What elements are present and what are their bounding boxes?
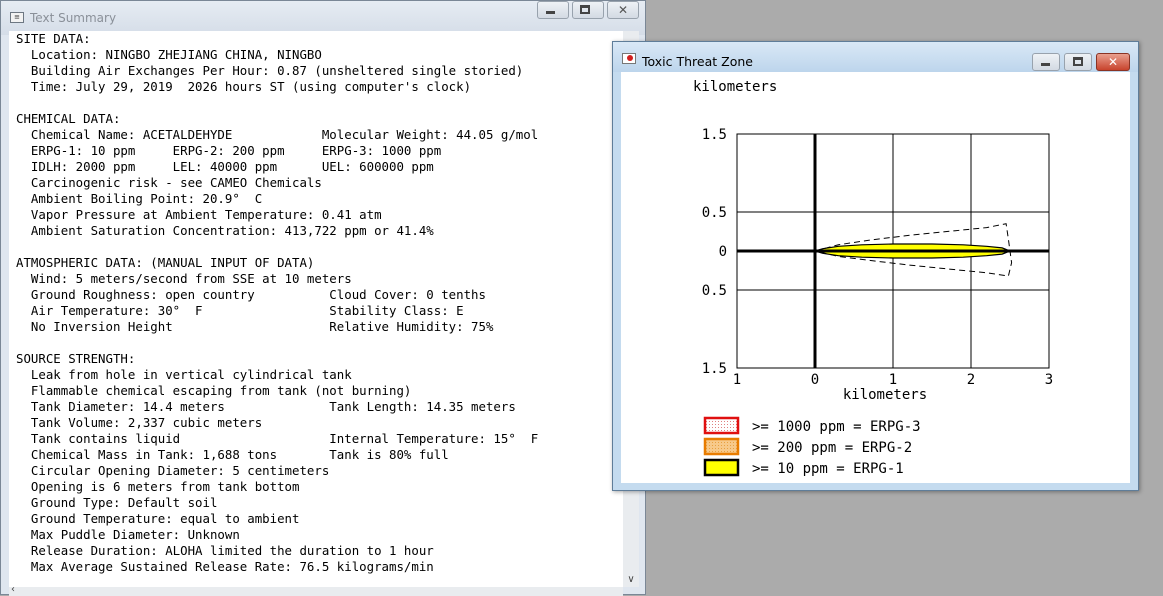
x-tick-label: 3 — [1045, 372, 1053, 388]
tz-close-button[interactable]: ✕ — [1096, 53, 1130, 71]
minimize-icon — [546, 11, 555, 14]
text-summary-title-bar[interactable]: ≡ Text Summary ✕ — [1, 1, 645, 35]
text-summary-window[interactable]: ≡ Text Summary ✕ SITE DATA: Location: NI… — [0, 0, 646, 596]
scroll-left-icon[interactable]: ‹ — [11, 584, 15, 595]
summary-line: Flammable chemical escaping from tank (n… — [16, 383, 412, 398]
threat-zone-window[interactable]: Toxic Threat Zone ✕ 1 0 1 2 3 1.5 0.5 0 0.5 1.5 k — [612, 41, 1139, 491]
close-icon: ✕ — [617, 3, 629, 17]
summary-line — [16, 335, 623, 351]
threat-zone-chart: 1 0 1 2 3 1.5 0.5 0 0.5 1.5 kilometers kilometers >… — [693, 79, 1053, 483]
summary-line: CHEMICAL DATA: — [16, 111, 121, 126]
legend-label: >= 10 ppm = ERPG-1 — [752, 461, 904, 477]
x-tick-label: 0 — [811, 372, 819, 388]
legend-swatch — [703, 437, 740, 456]
summary-line: Time: July 29, 2019 2026 hours ST (using… — [16, 79, 472, 94]
legend-swatch — [703, 458, 740, 477]
summary-line: Leak from hole in vertical cylindrical t… — [16, 367, 352, 382]
text-summary-title: Text Summary — [30, 11, 117, 25]
legend-label: Confidence Lines — [752, 482, 887, 483]
x-axis-label: kilometers — [843, 387, 927, 403]
legend-swatch — [703, 416, 740, 435]
summary-line — [16, 239, 623, 255]
x-tick-label: 2 — [967, 372, 975, 388]
summary-line: Ground Type: Default soil — [16, 495, 218, 510]
minimize-icon — [1041, 63, 1050, 66]
summary-line: Chemical Mass in Tank: 1,688 tons Tank i… — [16, 447, 449, 462]
maximize-button[interactable] — [572, 1, 604, 19]
text-document-icon: ≡ — [10, 12, 24, 23]
summary-line: Ground Roughness: open country Cloud Cov… — [16, 287, 486, 302]
minimize-button[interactable] — [537, 1, 569, 19]
tz-minimize-button[interactable] — [1032, 53, 1060, 71]
maximize-icon — [580, 5, 590, 14]
threat-zone-title: Toxic Threat Zone — [642, 54, 753, 69]
summary-line: IDLH: 2000 ppm LEL: 40000 ppm UEL: 60000… — [16, 159, 434, 174]
tz-maximize-button[interactable] — [1064, 53, 1092, 71]
legend-label: >= 200 ppm = ERPG-2 — [752, 440, 912, 456]
summary-line: Chemical Name: ACETALDEHYDE Molecular We… — [16, 127, 539, 142]
summary-line: ATMOSPHERIC DATA: (MANUAL INPUT OF DATA) — [16, 255, 315, 270]
text-summary-content[interactable]: SITE DATA: Location: NINGBO ZHEJIANG CHI… — [9, 31, 623, 587]
summary-line: Max Puddle Diameter: Unknown — [16, 527, 240, 542]
summary-line: Opening is 6 meters from tank bottom — [16, 479, 300, 494]
summary-line: Ground Temperature: equal to ambient — [16, 511, 300, 526]
close-icon: ✕ — [1107, 55, 1119, 69]
y-tick-label: 0 — [719, 244, 727, 260]
summary-line: Max Average Sustained Release Rate: 76.5… — [16, 559, 434, 574]
threat-zone-app-icon — [622, 53, 636, 64]
x-tick-label: 1 — [889, 372, 897, 388]
maximize-icon — [1073, 57, 1083, 66]
threat-zone-content: 1 0 1 2 3 1.5 0.5 0 0.5 1.5 kilometers kilometers >… — [621, 72, 1130, 483]
summary-line: Air Temperature: 30° F Stability Class: … — [16, 303, 464, 318]
x-tick-label: 1 — [733, 372, 741, 388]
summary-text: SITE DATA: Location: NINGBO ZHEJIANG CHI… — [9, 31, 623, 575]
summary-line: Carcinogenic risk - see CAMEO Chemicals — [16, 175, 322, 190]
summary-line: Ambient Saturation Concentration: 413,72… — [16, 223, 434, 238]
close-button[interactable]: ✕ — [607, 1, 639, 19]
summary-line: Vapor Pressure at Ambient Temperature: 0… — [16, 207, 382, 222]
y-axis-label: kilometers — [693, 79, 777, 95]
summary-line: Tank Diameter: 14.4 meters Tank Length: … — [16, 399, 516, 414]
summary-line: Release Duration: ALOHA limited the dura… — [16, 543, 434, 558]
summary-line: ERPG-1: 10 ppm ERPG-2: 200 ppm ERPG-3: 1… — [16, 143, 442, 158]
summary-line: Circular Opening Diameter: 5 centimeters — [16, 463, 330, 478]
summary-line: Wind: 5 meters/second from SSE at 10 met… — [16, 271, 352, 286]
y-tick-label: 1.5 — [702, 127, 727, 143]
summary-line: Tank contains liquid Internal Temperatur… — [16, 431, 539, 446]
summary-line: Location: NINGBO ZHEJIANG CHINA, NINGBO — [16, 47, 322, 62]
summary-line: SITE DATA: — [16, 31, 91, 46]
scroll-down-icon[interactable]: ∨ — [623, 574, 639, 585]
summary-line: No Inversion Height Relative Humidity: 7… — [16, 319, 494, 334]
summary-line: SOURCE STRENGTH: — [16, 351, 136, 366]
y-tick-label: 0.5 — [702, 283, 727, 299]
summary-line — [16, 95, 623, 111]
legend-label: >= 1000 ppm = ERPG-3 — [752, 419, 921, 435]
summary-line: Tank Volume: 2,337 cubic meters — [16, 415, 263, 430]
summary-line: Ambient Boiling Point: 20.9° C — [16, 191, 263, 206]
summary-line: Building Air Exchanges Per Hour: 0.87 (u… — [16, 63, 524, 78]
y-tick-label: 1.5 — [702, 361, 727, 377]
y-tick-label: 0.5 — [702, 205, 727, 221]
threat-zone-title-bar[interactable]: Toxic Threat Zone ✕ — [613, 42, 1138, 72]
